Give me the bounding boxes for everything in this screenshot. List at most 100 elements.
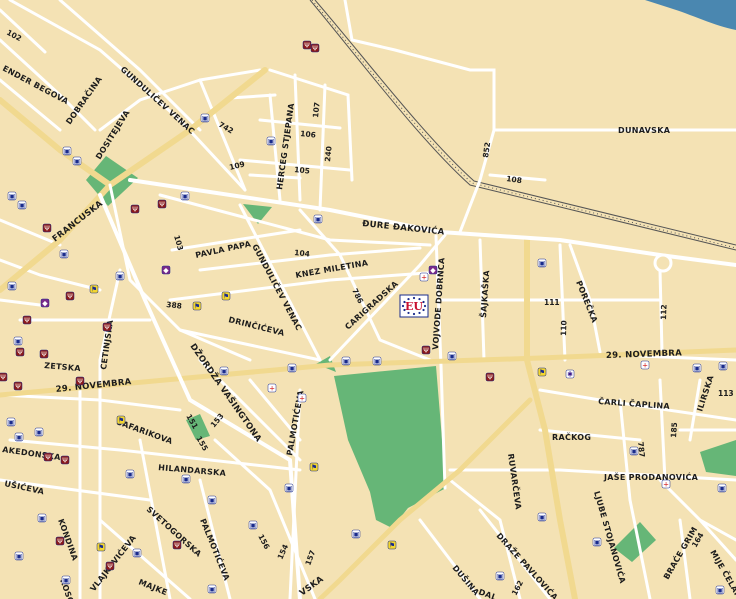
svg-text:Ψ: Ψ [174, 542, 180, 550]
bus-poi-icon: ▣ [351, 529, 361, 539]
svg-text:▣: ▣ [209, 497, 216, 505]
svg-text:▣: ▣ [250, 522, 257, 530]
label-rackog: RAČKOG [552, 431, 591, 442]
eu-star [401, 304, 405, 308]
svg-text:▣: ▣ [19, 202, 26, 210]
svg-text:⚑: ⚑ [311, 464, 317, 472]
svg-text:Ψ: Ψ [44, 225, 50, 233]
bus-poi-icon: ▣ [207, 495, 217, 505]
svg-text:⚑: ⚑ [98, 544, 104, 552]
roundabout [653, 253, 673, 273]
bus-poi-icon: ▣ [692, 363, 702, 373]
svg-text:▣: ▣ [719, 485, 726, 493]
svg-text:Ψ: Ψ [312, 45, 318, 53]
bus-poi-icon: ▣ [629, 446, 639, 456]
eu-star [423, 304, 427, 308]
svg-text:Ψ: Ψ [159, 201, 165, 209]
svg-text:▣: ▣ [315, 216, 322, 224]
svg-text:Ψ: Ψ [77, 378, 83, 386]
bus-poi-icon: ▣ [7, 191, 17, 201]
svg-text:▣: ▣ [539, 260, 546, 268]
bus-poi-icon: ▣ [495, 571, 505, 581]
svg-text:Ψ: Ψ [0, 374, 6, 382]
bus-poi-icon: ▣ [266, 136, 276, 146]
flag-poi-icon: ⚑ [116, 415, 126, 425]
svg-text:Ψ: Ψ [45, 454, 51, 462]
food-poi-icon: Ψ [310, 43, 320, 53]
svg-text:▣: ▣ [74, 158, 81, 166]
bus-poi-icon: ▣ [313, 214, 323, 224]
food-poi-icon: Ψ [102, 322, 112, 332]
bus-poi-icon: ▣ [7, 281, 17, 291]
svg-text:Ψ: Ψ [57, 538, 63, 546]
svg-text:◆: ◆ [163, 267, 169, 275]
flag-poi-icon: ⚑ [537, 367, 547, 377]
svg-text:Ψ: Ψ [423, 347, 429, 355]
svg-text:▣: ▣ [15, 338, 22, 346]
svg-text:⚑: ⚑ [539, 369, 545, 377]
food-poi-icon: Ψ [0, 372, 8, 382]
svg-text:▣: ▣ [209, 586, 216, 594]
svg-text:▣: ▣ [717, 587, 724, 595]
svg-text:⚑: ⚑ [194, 303, 200, 311]
med-poi-icon: + [267, 383, 277, 393]
food-poi-icon: Ψ [130, 204, 140, 214]
svg-text:Ψ: Ψ [104, 324, 110, 332]
svg-text:⚑: ⚑ [389, 542, 395, 550]
purp-poi-icon: ◆ [428, 265, 438, 275]
label-jase-prodanovica: JAŠE PRODANOVIĆA [603, 471, 699, 482]
bus-poi-icon: ▣ [248, 520, 258, 530]
bus-poi-icon: ▣ [13, 336, 23, 346]
flag-poi-icon: ⚑ [309, 462, 319, 472]
bus-poi-icon: ▣ [537, 258, 547, 268]
med-poi-icon: + [640, 360, 650, 370]
svg-text:◆: ◆ [42, 300, 48, 308]
food-poi-icon: Ψ [302, 40, 312, 50]
bus-poi-icon: ▣ [717, 483, 727, 493]
food-poi-icon: Ψ [105, 561, 115, 571]
bus-poi-icon: ▣ [718, 361, 728, 371]
food-poi-icon: Ψ [13, 381, 23, 391]
svg-text:+: + [299, 395, 305, 403]
food-poi-icon: Ψ [43, 452, 53, 462]
bus-poi-icon: ▣ [125, 469, 135, 479]
flag-poi-icon: ⚑ [387, 540, 397, 550]
bus-poi-icon: ▣ [6, 417, 16, 427]
bus-poi-icon: ▣ [72, 156, 82, 166]
food-poi-icon: Ψ [42, 223, 52, 233]
svg-text:▣: ▣ [8, 419, 15, 427]
svg-text:Ψ: Ψ [107, 563, 113, 571]
bus-poi-icon: ▣ [181, 474, 191, 484]
flag-poi-icon: ⚑ [96, 542, 106, 552]
svg-text:▣: ▣ [497, 573, 504, 581]
number-388: 388 [166, 300, 183, 311]
number-105: 105 [294, 165, 311, 176]
svg-text:▣: ▣ [61, 251, 68, 259]
number-110: 110 [559, 320, 569, 336]
svg-text:Ψ: Ψ [487, 374, 493, 382]
svg-text:▣: ▣ [353, 531, 360, 539]
bus-poi-icon: ▣ [447, 351, 457, 361]
number-113: 113 [718, 389, 734, 398]
bus-poi-icon: ▣ [537, 512, 547, 522]
svg-text:▣: ▣ [182, 193, 189, 201]
star-poi-icon: ✱ [565, 369, 575, 379]
food-poi-icon: Ψ [75, 376, 85, 386]
bus-poi-icon: ▣ [62, 146, 72, 156]
svg-text:Ψ: Ψ [17, 349, 23, 357]
svg-text:▣: ▣ [449, 353, 456, 361]
eu-marker[interactable]: EU [399, 294, 429, 318]
food-poi-icon: Ψ [421, 345, 431, 355]
bus-poi-icon: ▣ [17, 200, 27, 210]
svg-text:▣: ▣ [127, 471, 134, 479]
purp-poi-icon: ◆ [40, 298, 50, 308]
bus-poi-icon: ▣ [14, 432, 24, 442]
bus-poi-icon: ▣ [115, 271, 125, 281]
med-poi-icon: + [419, 272, 429, 282]
bus-poi-icon: ▣ [132, 548, 142, 558]
bus-poi-icon: ▣ [341, 356, 351, 366]
bus-poi-icon: ▣ [287, 363, 297, 373]
city-map[interactable]: DUNAVSKA ĐURE ĐAKOVIĆA GUNDULIČEV VENAC … [0, 0, 736, 599]
svg-text:▣: ▣ [694, 365, 701, 373]
food-poi-icon: Ψ [172, 540, 182, 550]
